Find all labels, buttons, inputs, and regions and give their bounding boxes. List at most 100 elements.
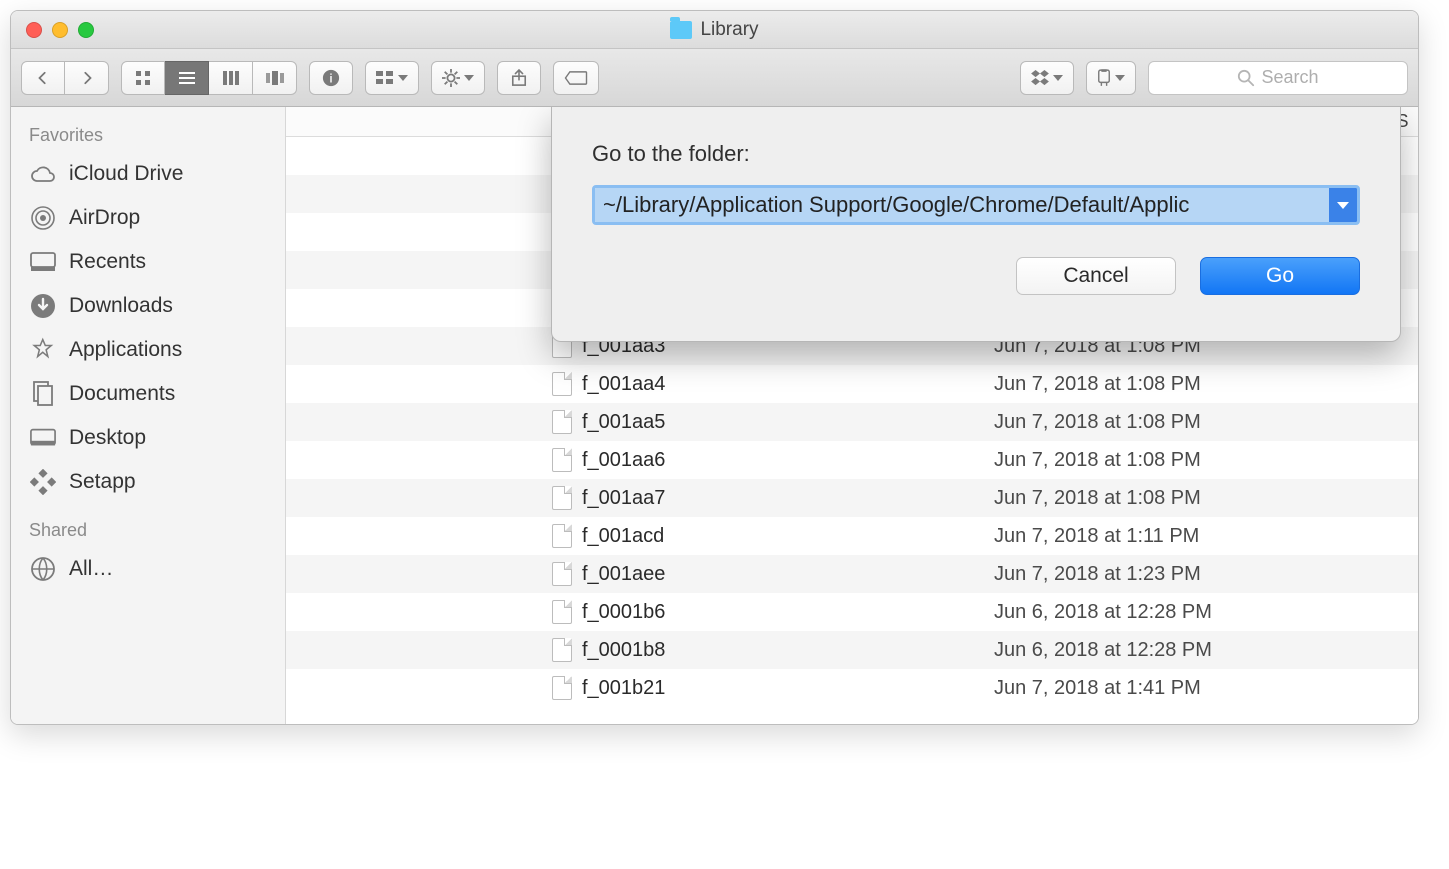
sidebar-item-label: AirDrop bbox=[69, 206, 140, 230]
file-icon bbox=[552, 562, 572, 586]
file-name: f_001aa7 bbox=[582, 487, 665, 510]
go-button[interactable]: Go bbox=[1200, 257, 1360, 295]
gallery-icon bbox=[266, 71, 284, 85]
sidebar-item-all[interactable]: All… bbox=[11, 547, 285, 591]
table-row[interactable]: f_0001b6Jun 6, 2018 at 12:28 PM bbox=[286, 593, 1418, 631]
sidebar-item-airdrop[interactable]: AirDrop bbox=[11, 196, 285, 240]
file-name: f_0001b8 bbox=[582, 639, 665, 662]
table-row[interactable]: f_0001b8 Jun 6, 2018 at 12:28 PM bbox=[286, 631, 1418, 669]
table-row[interactable]: f_001aa5 Jun 7, 2018 at 1:08 PM bbox=[286, 403, 1418, 441]
file-date: Jun 7, 2018 at 1:23 PM bbox=[986, 563, 1386, 586]
zoom-button[interactable] bbox=[78, 22, 94, 38]
nav-group bbox=[21, 61, 109, 95]
file-date: Jun 7, 2018 at 1:08 PM bbox=[986, 373, 1386, 396]
table-row[interactable]: f_001aa6 Jun 7, 2018 at 1:08 PM bbox=[286, 441, 1418, 479]
sidebar-item-label: Desktop bbox=[69, 426, 146, 450]
file-date: Jun 6, 2018 at 12:28 PM bbox=[986, 601, 1386, 624]
documents-icon bbox=[29, 380, 57, 408]
file-list-area: ified S 18 at 9:12 AM18 at 9:12 AM18 at … bbox=[286, 107, 1418, 724]
sidebar-item-icloud[interactable]: iCloud Drive bbox=[11, 152, 285, 196]
sidebar-item-desktop[interactable]: Desktop bbox=[11, 416, 285, 460]
view-group bbox=[121, 61, 297, 95]
tags-button[interactable] bbox=[553, 61, 599, 95]
minimize-button[interactable] bbox=[52, 22, 68, 38]
sidebar-item-label: Setapp bbox=[69, 470, 136, 494]
dialog-label: Go to the folder: bbox=[592, 141, 1360, 167]
icon-view-button[interactable] bbox=[121, 61, 165, 95]
cancel-button[interactable]: Cancel bbox=[1016, 257, 1176, 295]
downloads-icon bbox=[29, 292, 57, 320]
chevron-right-icon bbox=[80, 71, 94, 85]
dropbox-button[interactable] bbox=[1020, 61, 1074, 95]
column-view-button[interactable] bbox=[209, 61, 253, 95]
back-button[interactable] bbox=[21, 61, 65, 95]
file-icon bbox=[552, 600, 572, 624]
chevron-down-icon bbox=[464, 75, 474, 81]
path-input[interactable] bbox=[595, 188, 1329, 222]
applications-icon bbox=[29, 336, 57, 364]
file-icon bbox=[552, 524, 572, 548]
file-date: Jun 6, 2018 at 12:28 PM bbox=[986, 639, 1386, 662]
table-row[interactable]: f_001aa7 Jun 7, 2018 at 1:08 PM bbox=[286, 479, 1418, 517]
sidebar-item-label: Applications bbox=[69, 338, 182, 362]
traffic-lights bbox=[11, 22, 94, 38]
table-row[interactable]: f_001aa4Jun 7, 2018 at 1:08 PM bbox=[286, 365, 1418, 403]
sidebar-item-label: iCloud Drive bbox=[69, 162, 183, 186]
gallery-view-button[interactable] bbox=[253, 61, 297, 95]
sidebar-item-setapp[interactable]: Setapp bbox=[11, 460, 285, 504]
chevron-down-icon bbox=[1053, 75, 1063, 81]
file-date: Jun 7, 2018 at 1:08 PM bbox=[986, 411, 1386, 434]
recents-icon bbox=[29, 248, 57, 276]
sidebar-heading-favorites: Favorites bbox=[11, 119, 285, 152]
file-name: f_001aa6 bbox=[582, 449, 665, 472]
sidebar-item-recents[interactable]: Recents bbox=[11, 240, 285, 284]
sidebar-heading-shared: Shared bbox=[11, 514, 285, 547]
desktop-icon bbox=[29, 424, 57, 452]
file-icon bbox=[552, 448, 572, 472]
file-date: Jun 7, 2018 at 1:08 PM bbox=[986, 449, 1386, 472]
go-to-folder-dialog: Go to the folder: Cancel Go bbox=[551, 107, 1401, 342]
sidebar-item-label: Recents bbox=[69, 250, 146, 274]
table-row[interactable]: f_001acd Jun 7, 2018 at 1:11 PM bbox=[286, 517, 1418, 555]
list-view-button[interactable] bbox=[165, 61, 209, 95]
file-icon bbox=[552, 372, 572, 396]
share-icon bbox=[511, 69, 527, 87]
path-button[interactable] bbox=[1086, 61, 1136, 95]
file-date: Jun 7, 2018 at 1:08 PM bbox=[986, 487, 1386, 510]
file-date: Jun 7, 2018 at 1:11 PM bbox=[986, 525, 1386, 548]
file-name: f_001acd bbox=[582, 525, 664, 548]
sidebar: Favorites iCloud Drive AirDrop Recents D… bbox=[11, 107, 286, 724]
columns-icon bbox=[223, 70, 239, 86]
window-title-text: Library bbox=[700, 19, 758, 41]
titlebar: Library bbox=[11, 11, 1418, 49]
chevron-left-icon bbox=[36, 71, 50, 85]
search-field[interactable]: Search bbox=[1148, 61, 1408, 95]
forward-button[interactable] bbox=[65, 61, 109, 95]
search-icon bbox=[1237, 69, 1255, 87]
close-button[interactable] bbox=[26, 22, 42, 38]
path-icon bbox=[1097, 69, 1111, 87]
airdrop-icon bbox=[29, 204, 57, 232]
sidebar-item-applications[interactable]: Applications bbox=[11, 328, 285, 372]
path-dropdown-button[interactable] bbox=[1329, 188, 1357, 222]
list-icon bbox=[179, 70, 195, 86]
share-button[interactable] bbox=[497, 61, 541, 95]
search-placeholder: Search bbox=[1261, 67, 1318, 88]
chevron-down-icon bbox=[1337, 202, 1349, 209]
file-name: f_001aa5 bbox=[582, 411, 665, 434]
file-icon bbox=[552, 638, 572, 662]
info-icon: i bbox=[322, 69, 340, 87]
dropbox-icon bbox=[1031, 70, 1049, 86]
table-row[interactable]: f_001aeeJun 7, 2018 at 1:23 PM bbox=[286, 555, 1418, 593]
info-button[interactable]: i bbox=[309, 61, 353, 95]
table-row[interactable]: f_001b21Jun 7, 2018 at 1:41 PM bbox=[286, 669, 1418, 707]
file-date: Jun 7, 2018 at 1:41 PM bbox=[986, 677, 1386, 700]
sidebar-item-label: Downloads bbox=[69, 294, 173, 318]
file-icon bbox=[552, 410, 572, 434]
action-button[interactable] bbox=[431, 61, 485, 95]
sidebar-item-downloads[interactable]: Downloads bbox=[11, 284, 285, 328]
arrange-button[interactable] bbox=[365, 61, 419, 95]
sidebar-item-documents[interactable]: Documents bbox=[11, 372, 285, 416]
tag-icon bbox=[564, 71, 588, 85]
file-icon bbox=[552, 486, 572, 510]
